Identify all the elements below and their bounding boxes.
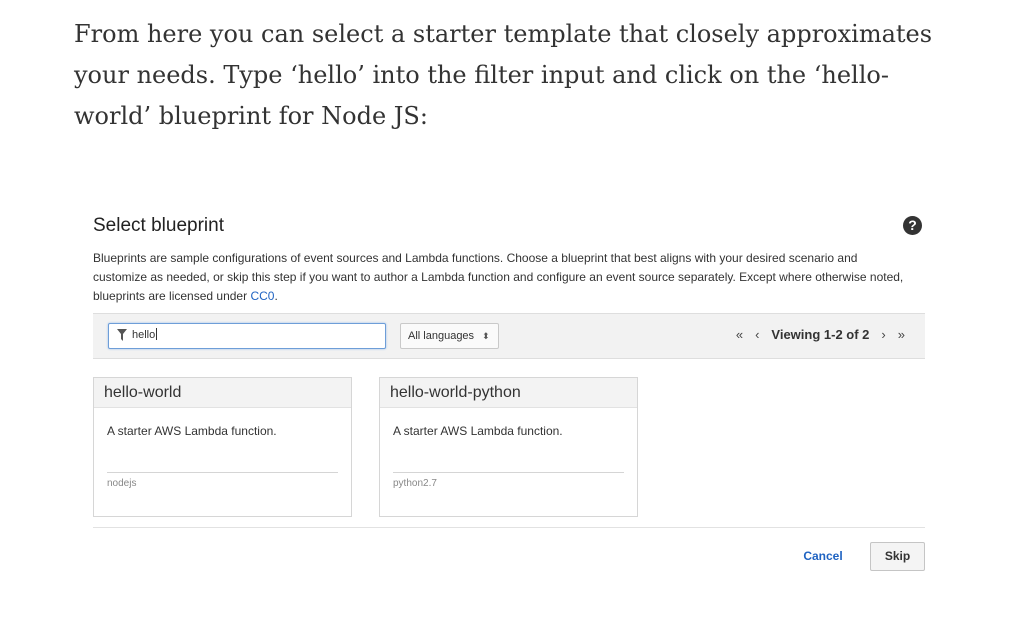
filter-icon	[117, 329, 127, 341]
blueprint-cards: hello-world A starter AWS Lambda functio…	[93, 377, 925, 527]
skip-button[interactable]: Skip	[870, 542, 925, 571]
next-page-icon[interactable]: ›	[881, 327, 885, 342]
select-arrows-icon: ⬍	[482, 331, 490, 341]
card-description: A starter AWS Lambda function.	[107, 424, 277, 438]
first-page-icon[interactable]: «	[736, 327, 743, 342]
card-runtime: nodejs	[107, 478, 137, 489]
license-link[interactable]: CC0	[250, 289, 274, 303]
card-title: hello-world-python	[380, 378, 637, 408]
last-page-icon[interactable]: »	[898, 327, 905, 342]
prev-page-icon[interactable]: ‹	[755, 327, 759, 342]
blueprint-card-hello-world[interactable]: hello-world A starter AWS Lambda functio…	[93, 377, 352, 517]
panel-description: Blueprints are sample configurations of …	[93, 249, 913, 306]
panel-header: Select blueprint ?	[93, 210, 925, 244]
select-blueprint-panel: Select blueprint ? Blueprints are sample…	[93, 210, 925, 527]
intro-paragraph: From here you can select a starter templ…	[74, 20, 933, 130]
card-title: hello-world	[94, 378, 351, 408]
pagination: « ‹ Viewing 1-2 of 2 › »	[724, 327, 905, 342]
cancel-button[interactable]: Cancel	[790, 543, 856, 569]
language-select[interactable]: All languages ⬍	[400, 323, 499, 349]
description-text: Blueprints are sample configurations of …	[93, 251, 904, 303]
panel-title: Select blueprint	[93, 215, 224, 236]
card-description: A starter AWS Lambda function.	[393, 424, 563, 438]
filter-toolbar: hello All languages ⬍ « ‹ Viewing 1-2 of …	[93, 313, 925, 359]
question-circle-icon[interactable]: ?	[903, 216, 922, 235]
description-end: .	[274, 289, 278, 303]
blueprint-card-hello-world-python[interactable]: hello-world-python A starter AWS Lambda …	[379, 377, 638, 517]
language-select-value: All languages	[408, 330, 475, 342]
footer-divider	[93, 527, 925, 528]
pagination-status: Viewing 1-2 of 2	[771, 327, 870, 342]
card-runtime: python2.7	[393, 478, 437, 489]
filter-input[interactable]: hello	[108, 323, 386, 349]
filter-input-value: hello	[132, 328, 158, 341]
